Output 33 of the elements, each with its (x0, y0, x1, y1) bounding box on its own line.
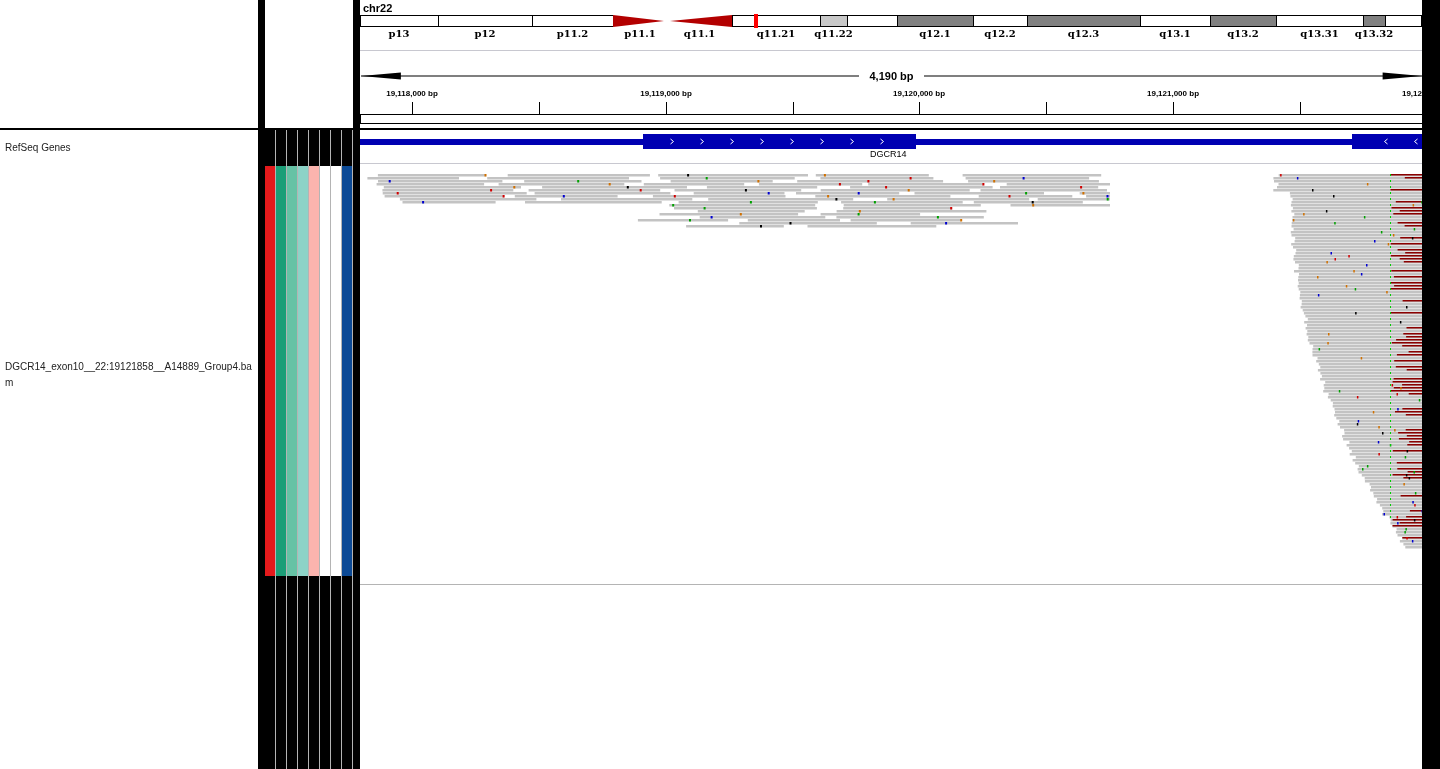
chromosome-name: chr22 (362, 1, 393, 15)
band-label: p12 (474, 26, 496, 40)
span-length: 4,190 bp (868, 69, 915, 82)
tick-label: 19,120,000 bp (893, 88, 945, 98)
tick-label: 19,118,000 bp (386, 88, 438, 98)
track-name[interactable]: RefSeq Genes (5, 139, 257, 156)
attribute-color-cell[interactable] (265, 166, 275, 576)
band-label: q13.2 (1227, 26, 1259, 40)
band-label: q11.22 (814, 26, 853, 40)
band-label: q11.21 (756, 26, 796, 40)
attribute-color-cell[interactable] (276, 166, 286, 576)
band-label: q12.2 (984, 26, 1016, 40)
attribute-color-cell[interactable] (331, 166, 341, 576)
gene-name: DGCR14 (870, 149, 907, 159)
band-label: p13 (388, 26, 410, 40)
attribute-color-cell[interactable] (320, 166, 330, 576)
tick-label: 19,121,000 bp (1147, 88, 1199, 98)
band-label: q13.32 (1354, 26, 1394, 40)
band-label: q13.1 (1159, 26, 1191, 40)
band-label: p11.2 (556, 26, 589, 40)
attribute-color-cell[interactable] (309, 166, 319, 576)
attribute-color-cell[interactable] (298, 166, 308, 576)
track-name[interactable]: DGCR14_exon10__22:19121858__A14889_Group4.bam (5, 359, 257, 391)
attribute-color-cell[interactable] (287, 166, 297, 576)
band-label: q12.1 (919, 26, 951, 40)
tick-label: 19,12 (1401, 88, 1422, 98)
tick-label: 19,119,000 bp (640, 88, 692, 98)
band-label: q13.31 (1300, 26, 1339, 40)
band-label: p11.1 (624, 26, 656, 40)
gene-model-drawing[interactable] (360, 134, 1422, 150)
band-label: q11.1 (683, 26, 716, 40)
attribute-color-cell[interactable] (342, 166, 352, 576)
band-label: q12.3 (1067, 26, 1100, 40)
